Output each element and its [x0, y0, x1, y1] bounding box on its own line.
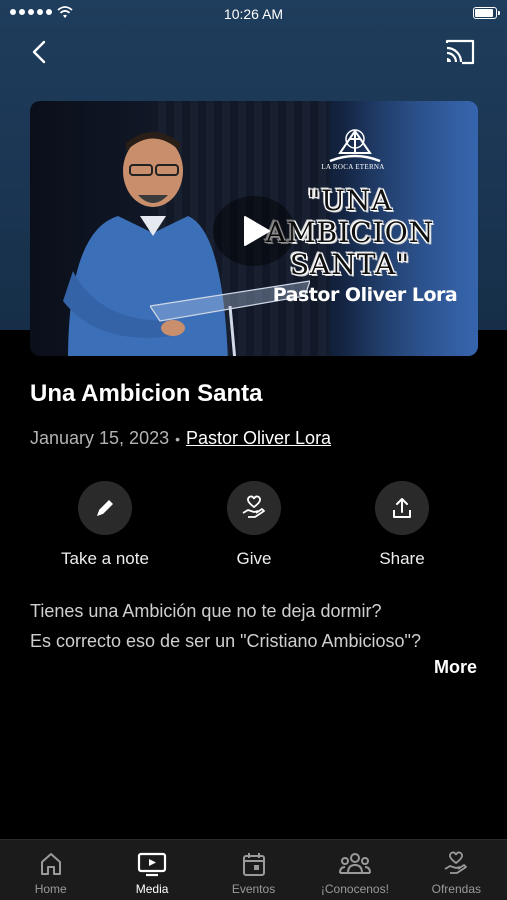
back-button[interactable] — [26, 38, 54, 66]
battery-icon — [473, 7, 500, 19]
tab-home[interactable]: Home — [0, 840, 101, 900]
give-label: Give — [236, 549, 272, 568]
tab-eventos-label: Eventos — [231, 882, 276, 896]
share-label: Share — [379, 549, 425, 568]
give-heart-hand-icon — [444, 851, 468, 874]
tab-media-label: Media — [135, 882, 169, 896]
description-line-2: Es correcto eso de ser un "Cristiano Amb… — [30, 631, 421, 651]
sermon-title: Una Ambicion Santa — [30, 380, 263, 407]
give-action[interactable]: Give — [174, 481, 334, 569]
give-button[interactable] — [227, 481, 281, 535]
home-icon — [40, 853, 61, 875]
video-player[interactable]: LA ROCA ETERNA "UNA AMBICION SANTA" Past… — [30, 101, 478, 356]
sermon-date: January 15, 2023 — [30, 428, 170, 448]
sermon-description: Tienes una Ambición que no te deja dormi… — [30, 596, 490, 656]
tab-conocenos-label: ¡Conocenos! — [320, 882, 389, 896]
battery-fill — [475, 9, 494, 17]
tab-media[interactable]: Media — [101, 840, 202, 900]
speaker-link[interactable]: Pastor Oliver Lora — [186, 428, 331, 449]
church-logo-text: LA ROCA ETERNA — [321, 163, 385, 171]
tab-conocenos[interactable]: ¡Conocenos! — [304, 840, 405, 900]
share-action[interactable]: Share — [322, 481, 482, 569]
status-time: 10:26 AM — [223, 6, 284, 22]
sermon-meta: January 15, 2023 • Pastor Oliver Lora — [30, 428, 331, 449]
group-people-icon — [338, 853, 371, 874]
take-note-action[interactable]: Take a note — [25, 481, 185, 569]
tab-eventos[interactable]: Eventos — [203, 840, 304, 900]
give-heart-hand-icon — [242, 495, 265, 518]
take-note-button[interactable] — [78, 481, 132, 535]
calendar-icon — [242, 853, 265, 876]
play-button[interactable] — [213, 196, 295, 266]
share-upload-icon — [393, 498, 411, 518]
description-line-1: Tienes una Ambición que no te deja dormi… — [30, 601, 382, 621]
media-tv-icon — [138, 852, 167, 877]
meta-separator: • — [175, 430, 181, 447]
tab-home-label: Home — [34, 882, 67, 896]
video-speaker-overlay: Pastor Oliver Lora — [272, 284, 458, 306]
tab-ofrendas[interactable]: Ofrendas — [406, 840, 507, 900]
status-bar: 10:26 AM — [0, 0, 507, 28]
take-note-label: Take a note — [61, 549, 149, 568]
pencil-icon — [97, 500, 113, 516]
share-button[interactable] — [375, 481, 429, 535]
more-button[interactable]: More — [434, 657, 477, 678]
cast-button[interactable] — [444, 38, 476, 66]
play-icon — [244, 216, 270, 246]
tab-ofrendas-label: Ofrendas — [431, 882, 481, 896]
bottom-tab-bar: Home Media Eventos ¡Conocenos! Ofrendas — [0, 839, 507, 900]
